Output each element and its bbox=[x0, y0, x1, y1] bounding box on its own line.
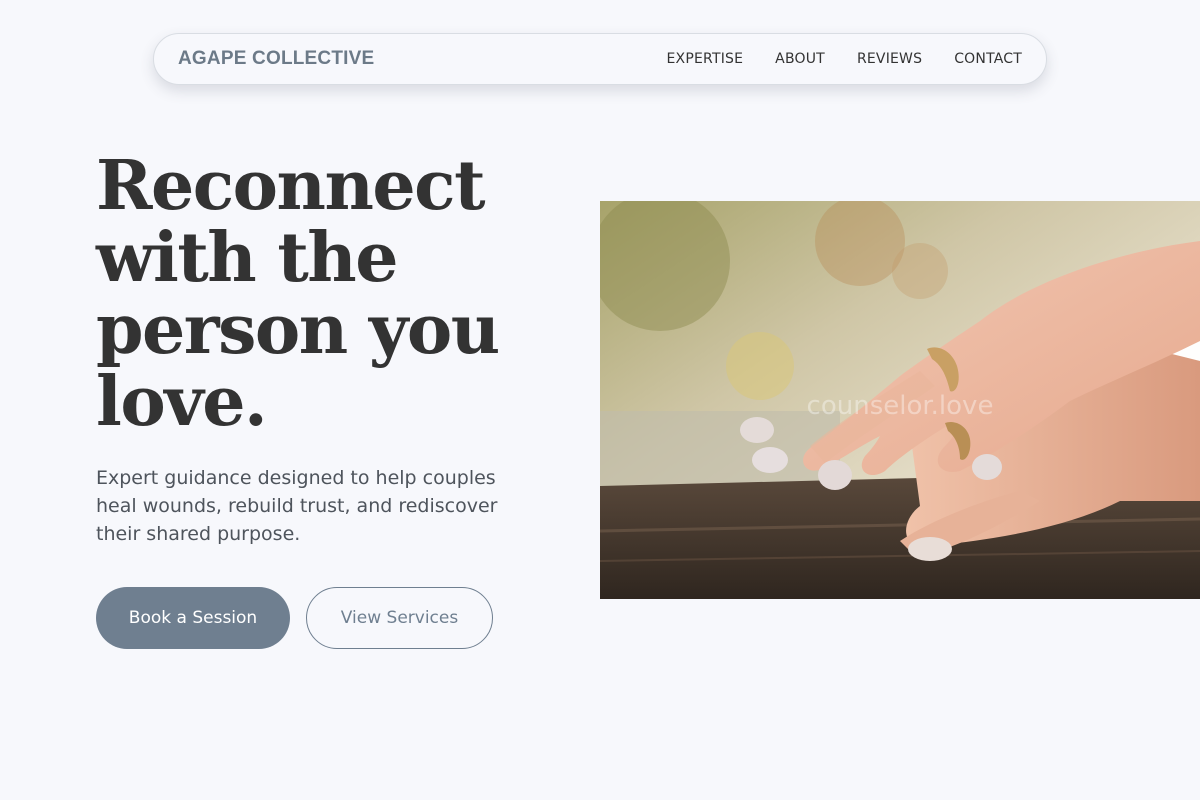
hero-subtitle: Expert guidance designed to help couples… bbox=[96, 467, 498, 545]
brand-logo[interactable]: AGAPE COLLECTIVE bbox=[178, 48, 374, 70]
image-watermark: counselor.love bbox=[807, 391, 994, 421]
nav-link-reviews[interactable]: REVIEWS bbox=[857, 51, 922, 67]
view-services-button[interactable]: View Services bbox=[306, 587, 493, 649]
hands-rings-illustration: counselor.love bbox=[600, 201, 1200, 599]
book-session-button[interactable]: Book a Session bbox=[96, 587, 290, 649]
hero-photo-couple-hands: counselor.love bbox=[600, 201, 1200, 599]
nav-links: EXPERTISE ABOUT REVIEWS CONTACT bbox=[667, 51, 1022, 67]
nav-link-about[interactable]: ABOUT bbox=[775, 51, 825, 67]
nav-link-contact[interactable]: CONTACT bbox=[954, 51, 1022, 67]
nav-link-expertise[interactable]: EXPERTISE bbox=[667, 51, 744, 67]
hero-headline: Reconnect with the person you love. bbox=[96, 146, 500, 442]
top-nav: AGAPE COLLECTIVE EXPERTISE ABOUT REVIEWS… bbox=[153, 33, 1047, 85]
